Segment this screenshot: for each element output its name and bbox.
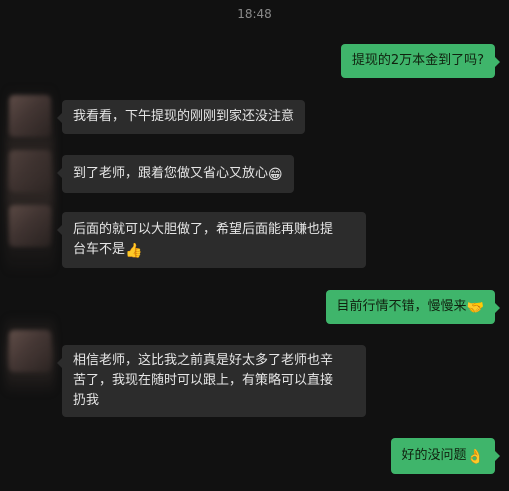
message-text-line: 苦了，我现在随时可以跟上，有策略可以直接 [73, 373, 334, 388]
message-text-line: 扔我 [73, 393, 100, 408]
chat-window: 18:48 提现的2万本金到了吗? 我看看，下午提现的刚刚到家还没注意 到了老师… [0, 0, 509, 491]
handshake-icon: 🤝 [466, 300, 484, 316]
message-text-line: 台车不是👍 [73, 242, 143, 259]
avatar[interactable] [9, 95, 51, 137]
message-text: 到了老师，跟着您做又省心又放心 [73, 166, 269, 181]
message-bubble-incoming[interactable]: 相信老师，这比我之前真是好太多了老师也辛 苦了，我现在随时可以跟上，有策略可以直… [57, 345, 366, 417]
message-text: 好的没问题 [401, 448, 467, 463]
avatar[interactable] [9, 150, 51, 192]
ok-hand-icon: 👌 [466, 449, 484, 465]
message-bubble-incoming[interactable]: 我看看，下午提现的刚刚到家还没注意 [56, 100, 306, 134]
message-bubble-outgoing[interactable]: 提现的2万本金到了吗? [340, 44, 501, 78]
avatar[interactable] [9, 330, 51, 372]
message-bubble-incoming[interactable]: 后面的就可以大胆做了，希望后面能再赚也提 台车不是👍 [57, 212, 366, 268]
message-timestamp: 18:48 [237, 7, 272, 21]
message-bubble-incoming[interactable]: 到了老师，跟着您做又省心又放心😁 [57, 155, 294, 193]
message-text: 我看看，下午提现的刚刚到家还没注意 [73, 109, 295, 124]
message-bubble-outgoing[interactable]: 目前行情不错，慢慢来🤝 [325, 290, 501, 324]
grinning-face-icon: 😁 [268, 167, 283, 183]
message-bubble-outgoing[interactable]: 好的没问题👌 [390, 438, 501, 474]
message-text: 目前行情不错，慢慢来 [336, 299, 467, 314]
message-text-line: 相信老师，这比我之前真是好太多了老师也辛 [73, 353, 334, 368]
message-text: 提现的2万本金到了吗? [351, 53, 484, 68]
thumbs-up-icon: 👍 [125, 243, 143, 259]
avatar[interactable] [9, 205, 51, 247]
message-text-line: 后面的就可以大胆做了，希望后面能再赚也提 [73, 222, 334, 237]
